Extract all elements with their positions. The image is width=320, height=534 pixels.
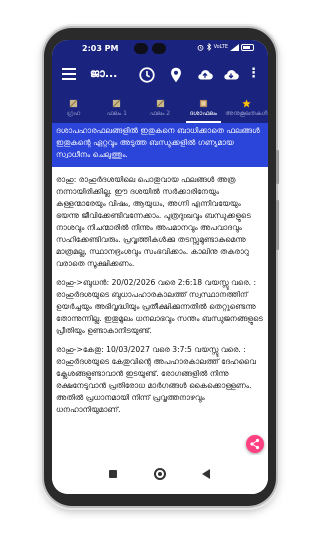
front-camera <box>134 43 148 54</box>
back-icon[interactable] <box>202 469 210 479</box>
tab-label: ഗ്രഹ <box>66 110 81 117</box>
highlight-note: ദശാപഹാരഫലങ്ങളിൽ ഇതുകനെ ബാധിക്കാതെ ഫലങ്ങൾ… <box>52 123 268 167</box>
signal-icon <box>230 43 239 51</box>
hamburger-menu-icon[interactable] <box>62 68 76 82</box>
status-bar: 2:03 PM VoLTE <box>52 40 268 57</box>
tab-anukoolathakal[interactable]: അനുകൂലതകൾ <box>225 95 268 123</box>
status-time: 2:03 PM <box>82 44 119 53</box>
rahu-ketu-paragraph: രാഹു->കേതു: 10/03/2027 വരെ 3:7:5 വയസ്സു … <box>56 345 256 414</box>
home-icon[interactable] <box>154 468 166 480</box>
status-icons: VoLTE <box>197 43 254 51</box>
tab-phalam-1[interactable]: ഫലം 1 <box>95 95 138 123</box>
clock-icon[interactable] <box>138 66 156 84</box>
chart-icon <box>112 99 121 108</box>
tab-label: ഫലം 2 <box>149 110 171 117</box>
chart-icon <box>156 99 164 108</box>
share-fab-button[interactable] <box>246 435 264 453</box>
tab-dashaphalam[interactable]: ദശാഫലം <box>182 95 225 123</box>
location-pin-icon[interactable] <box>167 66 185 84</box>
battery-icon <box>241 43 254 51</box>
share-icon <box>250 438 260 450</box>
tab-phalam-2[interactable]: ഫലം 2 <box>138 95 181 123</box>
tab-bar: ഗ്രഹ ഫലം 1 ഫലം 2 ദശാഫലം അനുകൂലതകൾ <box>52 95 268 123</box>
phone-screen: 2:03 PM VoLTE ജാ... ⋮ ഗ്രഹ ഫലം 1 ഫലം 2 ദ… <box>52 40 268 494</box>
cloud-download-icon[interactable] <box>222 66 240 84</box>
app-title: ജാ... <box>90 67 118 80</box>
navigation-bar <box>52 455 268 494</box>
volte-label: VoLTE <box>213 44 228 50</box>
bluetooth-icon <box>206 43 211 51</box>
star-icon <box>242 99 251 108</box>
recent-apps-icon[interactable] <box>109 470 117 478</box>
cloud-upload-icon[interactable] <box>196 66 214 84</box>
tab-graha[interactable]: ഗ്രഹ <box>52 95 95 123</box>
dasha-content[interactable]: ദശാപഹാരഫലങ്ങളിൽ ഇതുകനെ ബാധിക്കാതെ ഫലങ്ങൾ… <box>52 123 268 455</box>
tab-label: ഫലം 1 <box>106 110 127 117</box>
tab-label: അനുകൂലതകൾ <box>225 110 268 117</box>
rahu-budhan-paragraph: രാഹു->ബുധൻ: 20/02/2026 വരെ 2:6:18 വയസ്സു… <box>56 278 263 335</box>
tab-label: ദശാഫലം <box>189 110 217 117</box>
chart-icon <box>69 99 78 108</box>
app-bar: ജാ... ⋮ <box>52 57 268 95</box>
more-vert-icon[interactable]: ⋮ <box>247 67 260 81</box>
rahu-dasha-paragraph: രാഹു: രാഹുർദശയിലെ പൊതുവായ ഫലങ്ങൾ അത്ര നന… <box>56 175 251 268</box>
power-button <box>276 150 279 184</box>
front-sensor <box>152 43 166 54</box>
volume-button <box>276 200 279 250</box>
alarm-icon <box>197 44 203 51</box>
book-icon <box>199 99 207 108</box>
